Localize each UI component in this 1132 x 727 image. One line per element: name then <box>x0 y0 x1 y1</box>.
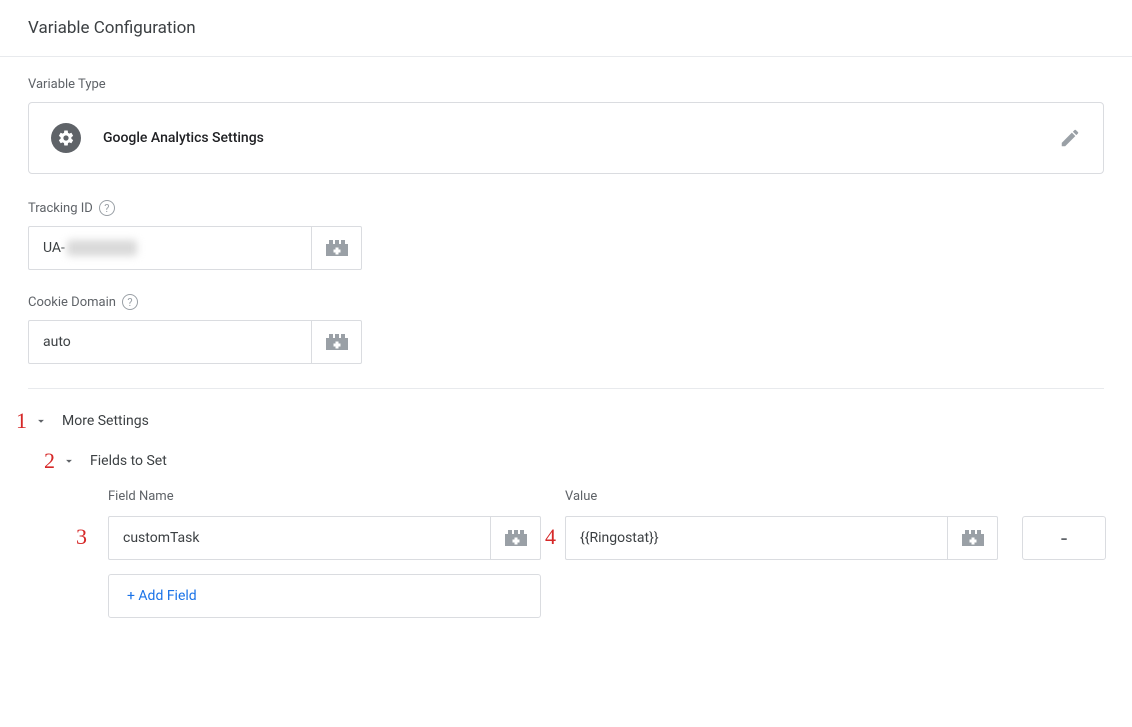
variable-picker-button[interactable] <box>491 516 541 560</box>
variable-picker-button[interactable] <box>312 320 362 364</box>
cookie-domain-input[interactable] <box>28 320 312 364</box>
divider <box>28 388 1104 389</box>
tracking-id-redacted <box>67 240 137 256</box>
field-value-input[interactable] <box>565 516 948 560</box>
variable-type-selector[interactable]: Google Analytics Settings <box>28 102 1104 174</box>
gear-icon <box>51 123 81 153</box>
tracking-id-label: Tracking ID ? <box>28 200 1104 216</box>
tracking-id-input[interactable]: UA- <box>28 226 312 270</box>
variable-picker-button[interactable] <box>948 516 998 560</box>
variable-picker-button[interactable] <box>312 226 362 270</box>
spacer <box>1022 489 1106 504</box>
help-icon[interactable]: ? <box>99 200 115 216</box>
brick-plus-icon <box>326 240 348 256</box>
annotation-2: 2 <box>44 448 55 474</box>
edit-icon[interactable] <box>1059 127 1081 149</box>
remove-field-button[interactable]: - <box>1022 516 1106 560</box>
annotation-4: 4 <box>545 524 556 550</box>
annotation-3: 3 <box>76 524 87 550</box>
more-settings-toggle[interactable]: 1 More Settings <box>34 413 1104 429</box>
variable-type-name: Google Analytics Settings <box>103 130 264 146</box>
cookie-domain-label: Cookie Domain ? <box>28 294 1104 310</box>
brick-plus-icon <box>962 530 984 546</box>
annotation-1: 1 <box>16 408 27 434</box>
field-name-column-label: Field Name <box>108 489 541 504</box>
chevron-down-icon <box>34 414 48 428</box>
brick-plus-icon <box>505 530 527 546</box>
value-column-label: Value <box>565 489 998 504</box>
fields-to-set-toggle[interactable]: 2 Fields to Set <box>62 453 1104 469</box>
help-icon[interactable]: ? <box>122 294 138 310</box>
add-field-button[interactable]: + Add Field <box>108 574 541 618</box>
page-title: Variable Configuration <box>0 0 1132 56</box>
chevron-down-icon <box>62 454 76 468</box>
brick-plus-icon <box>326 334 348 350</box>
content-area: Variable Type Google Analytics Settings … <box>0 57 1132 618</box>
variable-type-label: Variable Type <box>28 77 1104 92</box>
field-name-input[interactable] <box>108 516 491 560</box>
